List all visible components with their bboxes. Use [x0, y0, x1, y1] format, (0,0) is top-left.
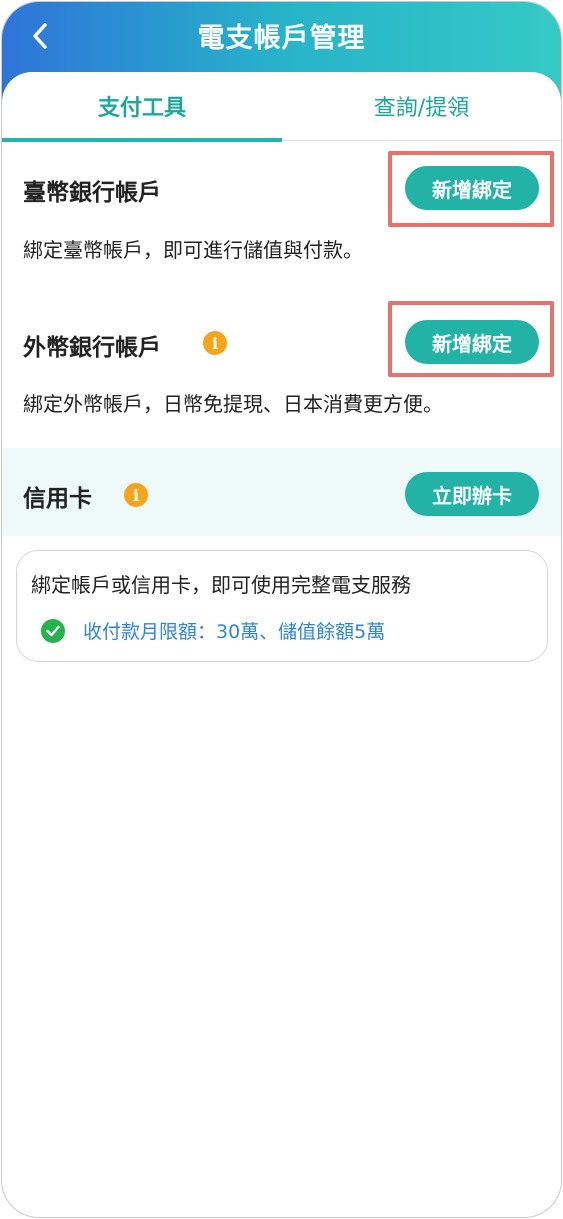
twd-account-section: 臺幣銀行帳戶 新增綁定 綁定臺幣帳戶，即可進行儲值與付款。 [2, 140, 561, 290]
twd-account-title: 臺幣銀行帳戶 [23, 180, 161, 206]
tab-payment-tools[interactable]: 支付工具 [2, 72, 282, 142]
foreign-account-description: 綁定外幣帳戶，日幣免提現、日本消費更方便。 [23, 392, 443, 416]
tab-query-withdraw[interactable]: 查詢/提領 [282, 72, 561, 140]
checkmark-icon [46, 625, 60, 637]
foreign-account-section: 外幣銀行帳戶 i 新增綁定 綁定外幣帳戶，日幣免提現、日本消費更方便。 [2, 290, 561, 448]
notice-text: 綁定帳戶或信用卡，即可使用完整電支服務 [31, 573, 411, 597]
check-circle-icon [41, 619, 65, 643]
foreign-add-bind-button[interactable]: 新增綁定 [405, 320, 539, 364]
limit-text: 收付款月限額：30萬、儲值餘額5萬 [83, 621, 386, 643]
foreign-account-title: 外幣銀行帳戶 [23, 335, 161, 361]
credit-card-section: 信用卡 i 立即辦卡 [2, 448, 561, 536]
app-screen: 電支帳戶管理 支付工具 查詢/提領 臺幣銀行帳戶 新增綁定 綁定臺幣帳戶，即可進… [1, 1, 562, 1218]
tab-bar: 支付工具 查詢/提領 [2, 72, 561, 142]
twd-account-description: 綁定臺幣帳戶，即可進行儲值與付款。 [23, 238, 363, 262]
apply-card-button[interactable]: 立即辦卡 [405, 472, 539, 516]
info-icon[interactable]: i [124, 483, 148, 507]
content-sheet: 支付工具 查詢/提領 臺幣銀行帳戶 新增綁定 綁定臺幣帳戶，即可進行儲值與付款。… [2, 72, 561, 1217]
notice-card: 綁定帳戶或信用卡，即可使用完整電支服務 收付款月限額：30萬、儲值餘額5萬 [16, 550, 548, 662]
info-icon[interactable]: i [203, 331, 227, 355]
credit-card-title: 信用卡 [23, 486, 92, 512]
twd-add-bind-button[interactable]: 新增綁定 [405, 166, 539, 210]
page-title: 電支帳戶管理 [197, 23, 366, 54]
